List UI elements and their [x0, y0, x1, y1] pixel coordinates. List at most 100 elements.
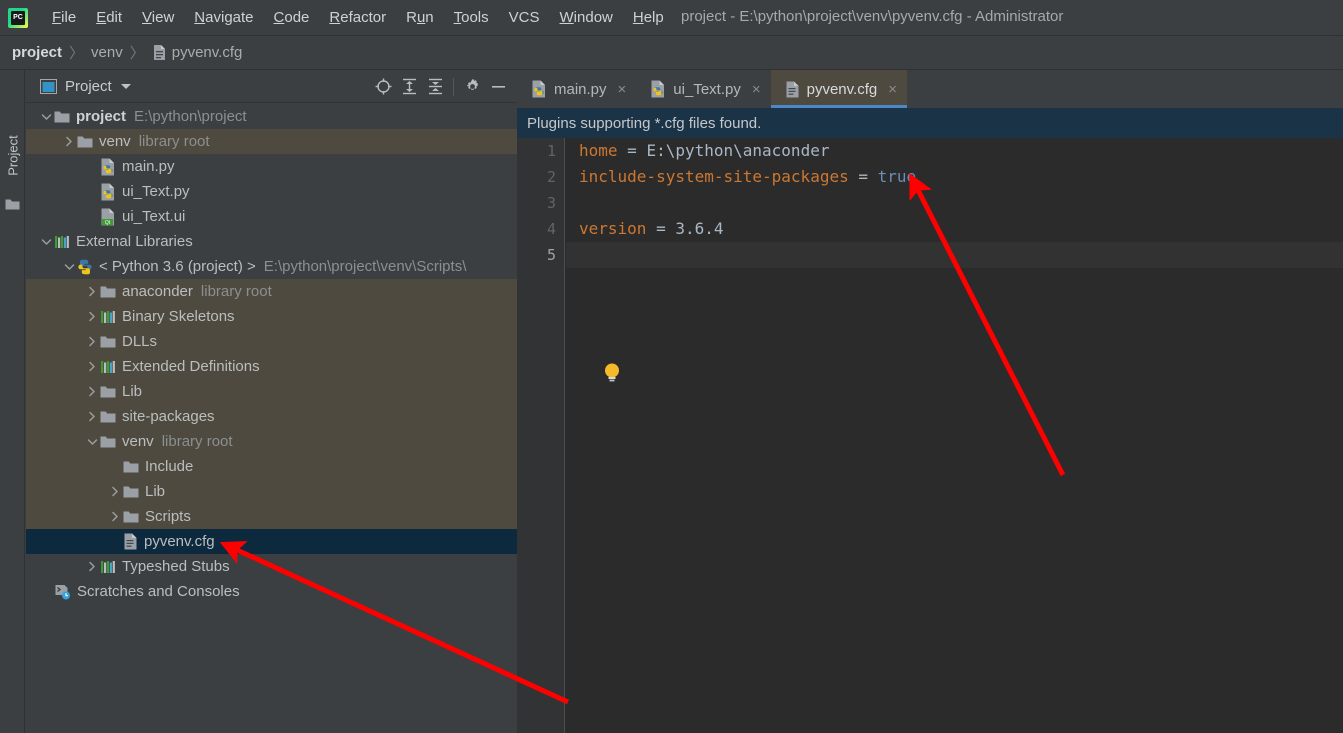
- chevron-right-icon[interactable]: [84, 384, 100, 400]
- menu-item-tools[interactable]: Tools: [444, 6, 499, 29]
- locate-icon[interactable]: [370, 74, 396, 100]
- tree-node-include[interactable]: Include: [26, 454, 517, 479]
- collapse-all-icon[interactable]: [422, 74, 448, 100]
- tree-node-typeshed-stubs[interactable]: Typeshed Stubs: [26, 554, 517, 579]
- python-file-icon: [531, 80, 547, 98]
- python-file-icon: [650, 80, 666, 98]
- tree-node-project[interactable]: project E:\python\project: [26, 104, 517, 129]
- menu-item-refactor[interactable]: Refactor: [319, 6, 396, 29]
- chevron-right-icon[interactable]: [84, 334, 100, 350]
- minimize-icon[interactable]: [485, 74, 511, 100]
- chevron-down-icon[interactable]: [38, 109, 54, 125]
- tree-node-external-libraries[interactable]: External Libraries: [26, 229, 517, 254]
- line-number: 4: [546, 220, 556, 238]
- tree-node-main-py[interactable]: main.py: [26, 154, 517, 179]
- editor-tab-label: main.py: [554, 80, 607, 98]
- menu-item-help[interactable]: Help: [623, 6, 674, 29]
- editor-notification-bar[interactable]: Plugins supporting *.cfg files found.: [517, 108, 1343, 138]
- editor-tab-main-py[interactable]: main.py ×: [517, 70, 636, 108]
- menu-item-navigate[interactable]: Navigate: [184, 6, 263, 29]
- lightbulb-icon[interactable]: [603, 362, 621, 389]
- chevron-right-icon[interactable]: [84, 309, 100, 325]
- tree-node-label: pyvenv.cfg: [144, 533, 215, 550]
- menu-item-window[interactable]: Window: [550, 6, 623, 29]
- tool-window-button-project[interactable]: Project: [6, 113, 21, 199]
- chevron-down-icon[interactable]: [120, 83, 131, 89]
- code-editor[interactable]: 12345 home = E:\python\anaconder include-…: [517, 138, 1343, 733]
- project-tree[interactable]: project E:\python\project venv library root…: [26, 104, 517, 733]
- close-icon[interactable]: ×: [888, 82, 897, 97]
- close-icon[interactable]: ×: [618, 82, 627, 97]
- tree-node-label: Lib: [145, 483, 166, 500]
- chevron-right-icon[interactable]: [107, 509, 123, 525]
- editor-gutter[interactable]: 1 2 3 4 5: [517, 138, 565, 733]
- library-icon: [100, 360, 116, 374]
- editor-tab-pyvenv-cfg[interactable]: pyvenv.cfg ×: [770, 70, 908, 108]
- config-value: 3.6.4: [675, 219, 724, 238]
- breadcrumb-item-file[interactable]: pyvenv.cfg: [172, 44, 243, 61]
- line-number: 5: [546, 246, 556, 264]
- expand-all-icon[interactable]: [396, 74, 422, 100]
- assignment-operator: =: [617, 141, 647, 160]
- tree-node-anaconder[interactable]: anaconder library root: [26, 279, 517, 304]
- tree-node-dlls[interactable]: DLLs: [26, 329, 517, 354]
- menu-item-run[interactable]: Run: [396, 6, 444, 29]
- tree-node-hint: library root: [161, 433, 233, 450]
- editor-tab-ui-text-py[interactable]: ui_Text.py ×: [636, 70, 770, 108]
- close-icon[interactable]: ×: [752, 82, 761, 97]
- tree-node-lib[interactable]: Lib: [26, 479, 517, 504]
- tree-node-ui-text-ui[interactable]: Qt ui_Text.ui: [26, 204, 517, 229]
- tree-node-extended-definitions[interactable]: Extended Definitions: [26, 354, 517, 379]
- gear-icon[interactable]: [459, 74, 485, 100]
- tree-node-scripts[interactable]: Scripts: [26, 504, 517, 529]
- tree-node-binary-skeletons[interactable]: Binary Skeletons: [26, 304, 517, 329]
- config-key: include-system-site-packages: [579, 167, 849, 186]
- assignment-operator: =: [646, 219, 676, 238]
- menu-item-edit[interactable]: Edit: [86, 6, 132, 29]
- tree-node-label: project: [76, 108, 127, 125]
- pycharm-logo-icon: PC: [8, 7, 28, 28]
- project-panel-toolbar: [370, 70, 511, 103]
- tree-node-python-3-6-project[interactable]: < Python 3.6 (project) > E:\python\projec…: [26, 254, 517, 279]
- chevron-right-icon[interactable]: [107, 484, 123, 500]
- config-value: true: [877, 167, 917, 186]
- chevron-right-icon[interactable]: [84, 284, 100, 300]
- folder-icon: [100, 435, 116, 449]
- chevron-right-icon[interactable]: [84, 359, 100, 375]
- menu-item-view[interactable]: View: [132, 6, 184, 29]
- config-key: version: [579, 219, 647, 238]
- qt-ui-file-icon: Qt: [100, 208, 116, 226]
- folder-icon: [54, 110, 70, 124]
- project-tool-window: Project project E:\python\project venv l…: [26, 70, 517, 733]
- chevron-down-icon[interactable]: [61, 259, 77, 275]
- code-line: version = 3.6.4: [579, 216, 1343, 242]
- folder-icon: [100, 385, 116, 399]
- tree-node-site-packages[interactable]: site-packages: [26, 404, 517, 429]
- chevron-right-icon[interactable]: [84, 559, 100, 575]
- tree-node-hint: library root: [200, 283, 272, 300]
- chevron-right-icon[interactable]: [61, 134, 77, 150]
- chevron-down-icon[interactable]: [38, 234, 54, 250]
- tree-node-venv[interactable]: venv library root: [26, 129, 517, 154]
- tree-node-lib[interactable]: Lib: [26, 379, 517, 404]
- tree-node-hint: E:\python\project\venv\Scripts\: [263, 258, 467, 275]
- breadcrumb-separator: 〉: [129, 45, 145, 62]
- code-content[interactable]: home = E:\python\anaconder include-system…: [579, 138, 1343, 268]
- chevron-down-icon[interactable]: [84, 434, 100, 450]
- tree-node-scratches-and-consoles[interactable]: Scratches and Consoles: [26, 579, 517, 604]
- menu-item-file[interactable]: File: [42, 6, 86, 29]
- folder-icon: [123, 485, 139, 499]
- tree-node-label: Extended Definitions: [122, 358, 260, 375]
- breadcrumb-item-project[interactable]: project: [12, 44, 62, 61]
- tree-node-venv[interactable]: venv library root: [26, 429, 517, 454]
- menu-item-vcs[interactable]: VCS: [499, 6, 550, 29]
- tree-node-pyvenv-cfg[interactable]: pyvenv.cfg: [26, 529, 517, 554]
- tree-node-ui-text-py[interactable]: ui_Text.py: [26, 179, 517, 204]
- chevron-right-icon[interactable]: [84, 409, 100, 425]
- menu-item-code[interactable]: Code: [264, 6, 320, 29]
- python-file-icon: [100, 158, 116, 176]
- breadcrumb-item-venv[interactable]: venv: [91, 44, 123, 61]
